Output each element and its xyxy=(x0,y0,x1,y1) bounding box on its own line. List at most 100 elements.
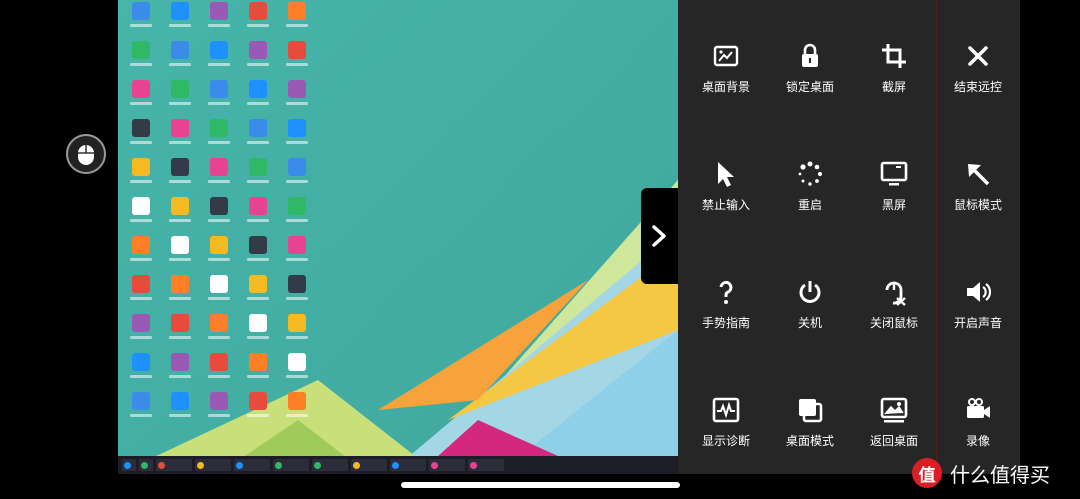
panel-item-cursor[interactable]: 禁止输入 xyxy=(684,154,768,224)
collapse-panel-button[interactable] xyxy=(641,188,678,284)
desktop-shortcut-icon[interactable] xyxy=(200,2,238,41)
desktop-shortcut-icon[interactable] xyxy=(239,236,277,275)
desktop-shortcut-icon[interactable] xyxy=(122,158,160,197)
desktop-shortcut-icon[interactable] xyxy=(278,158,316,197)
desktop-shortcut-icon[interactable] xyxy=(200,236,238,275)
desktop-shortcut-icon[interactable] xyxy=(278,314,316,353)
desktop-shortcut-icon[interactable] xyxy=(278,275,316,314)
panel-item-lock[interactable]: 锁定桌面 xyxy=(768,36,852,106)
panel-item-speaker[interactable]: 开启声音 xyxy=(936,272,1020,342)
desktop-shortcut-icon[interactable] xyxy=(239,119,277,158)
desktop-shortcut-icon[interactable] xyxy=(122,197,160,236)
desktop-shortcut-icon[interactable] xyxy=(161,236,199,275)
home-indicator[interactable] xyxy=(401,482,680,488)
taskbar-item[interactable] xyxy=(429,459,465,471)
control-panel: 桌面背景 锁定桌面 截屏 结束远控禁止输入 重启 黑屏 鼠标模式手势指南 关机 关闭鼠标 开启声音… xyxy=(678,0,1020,474)
mouse-toggle-button[interactable] xyxy=(66,134,106,174)
taskbar-item[interactable] xyxy=(234,459,270,471)
panel-item-label: 结束远控 xyxy=(953,80,1002,94)
taskbar-item[interactable] xyxy=(156,459,192,471)
panel-item-picture[interactable]: 返回桌面 xyxy=(852,390,936,460)
desktop-shortcut-icon[interactable] xyxy=(200,275,238,314)
desktop-shortcut-icon[interactable] xyxy=(239,353,277,392)
panel-item-diagnostic[interactable]: 显示诊断 xyxy=(684,390,768,460)
desktop-shortcut-icon[interactable] xyxy=(200,41,238,80)
desktop-shortcut-icon[interactable] xyxy=(239,2,277,41)
desktop-shortcut-icon[interactable] xyxy=(161,80,199,119)
windows-stack-icon xyxy=(799,399,823,423)
desktop-shortcut-icon[interactable] xyxy=(200,119,238,158)
watermark: 值 什么值得买 xyxy=(912,456,1050,490)
desktop-shortcut-icon[interactable] xyxy=(200,158,238,197)
desktop-shortcut-icon[interactable] xyxy=(122,2,160,41)
panel-item-crop[interactable]: 截屏 xyxy=(852,36,936,106)
desktop-shortcut-icon[interactable] xyxy=(278,392,316,431)
taskbar-item[interactable] xyxy=(139,459,153,471)
desktop-shortcut-icon[interactable] xyxy=(161,119,199,158)
panel-item-question[interactable]: 手势指南 xyxy=(684,272,768,342)
desktop-shortcut-icon[interactable] xyxy=(161,392,199,431)
panel-item-power[interactable]: 关机 xyxy=(768,272,852,342)
desktop-shortcut-icon[interactable] xyxy=(161,2,199,41)
desktop-shortcut-icon[interactable] xyxy=(278,2,316,41)
wallpaper-icon xyxy=(713,45,739,67)
desktop-shortcut-icon[interactable] xyxy=(122,314,160,353)
desktop-shortcut-icon[interactable] xyxy=(239,41,277,80)
desktop-shortcut-icon[interactable] xyxy=(122,119,160,158)
question-icon xyxy=(719,280,733,304)
panel-item-label: 桌面背景 xyxy=(701,80,750,94)
desktop-shortcut-icon[interactable] xyxy=(278,236,316,275)
taskbar-item[interactable] xyxy=(273,459,309,471)
panel-item-wallpaper[interactable]: 桌面背景 xyxy=(684,36,768,106)
speaker-icon xyxy=(967,282,992,302)
desktop-shortcut-icon[interactable] xyxy=(239,80,277,119)
desktop-shortcut-icon[interactable] xyxy=(122,80,160,119)
desktop-shortcut-icon[interactable] xyxy=(278,80,316,119)
desktop-shortcut-icon[interactable] xyxy=(122,275,160,314)
panel-item-label: 重启 xyxy=(797,198,822,212)
desktop-shortcut-icon[interactable] xyxy=(161,158,199,197)
mouse-icon xyxy=(78,145,94,165)
panel-item-windows-stack[interactable]: 桌面模式 xyxy=(768,390,852,460)
power-icon xyxy=(799,281,821,303)
desktop-shortcut-icon[interactable] xyxy=(278,119,316,158)
taskbar-item[interactable] xyxy=(390,459,426,471)
panel-item-close[interactable]: 结束远控 xyxy=(936,36,1020,106)
taskbar-item[interactable] xyxy=(312,459,348,471)
desktop-shortcut-icon[interactable] xyxy=(161,314,199,353)
desktop-shortcut-icon[interactable] xyxy=(161,353,199,392)
desktop-shortcut-icon[interactable] xyxy=(200,392,238,431)
desktop-shortcut-icon[interactable] xyxy=(278,353,316,392)
panel-item-spinner[interactable]: 重启 xyxy=(768,154,852,224)
desktop-shortcut-icon[interactable] xyxy=(161,197,199,236)
desktop-shortcut-icon[interactable] xyxy=(239,275,277,314)
taskbar-item[interactable] xyxy=(468,459,504,471)
panel-item-arrow-up-left[interactable]: 鼠标模式 xyxy=(936,154,1020,224)
desktop-shortcut-icon[interactable] xyxy=(239,392,277,431)
taskbar-item[interactable] xyxy=(195,459,231,471)
desktop-shortcut-icon[interactable] xyxy=(200,314,238,353)
desktop-shortcut-icon[interactable] xyxy=(161,275,199,314)
desktop-shortcut-icon[interactable] xyxy=(278,197,316,236)
taskbar-item[interactable] xyxy=(351,459,387,471)
panel-item-video-camera[interactable]: 录像 xyxy=(936,390,1020,460)
desktop-shortcut-icon[interactable] xyxy=(200,80,238,119)
panel-item-label: 锁定桌面 xyxy=(785,80,834,94)
taskbar-item[interactable] xyxy=(122,459,136,471)
desktop-shortcut-icon[interactable] xyxy=(239,314,277,353)
desktop-shortcut-icon[interactable] xyxy=(122,392,160,431)
panel-item-mouse-off[interactable]: 关闭鼠标 xyxy=(852,272,936,342)
desktop-shortcut-icon[interactable] xyxy=(161,41,199,80)
remote-desktop-view[interactable] xyxy=(118,0,678,474)
desktop-shortcut-icon[interactable] xyxy=(200,197,238,236)
panel-item-monitor[interactable]: 黑屏 xyxy=(852,154,936,224)
desktop-shortcut-icon[interactable] xyxy=(239,158,277,197)
panel-item-label: 关闭鼠标 xyxy=(869,316,918,330)
desktop-shortcut-icon[interactable] xyxy=(122,41,160,80)
panel-item-label: 显示诊断 xyxy=(701,434,750,448)
desktop-shortcut-icon[interactable] xyxy=(278,41,316,80)
desktop-shortcut-icon[interactable] xyxy=(122,353,160,392)
desktop-shortcut-icon[interactable] xyxy=(239,197,277,236)
desktop-shortcut-icon[interactable] xyxy=(122,236,160,275)
desktop-shortcut-icon[interactable] xyxy=(200,353,238,392)
